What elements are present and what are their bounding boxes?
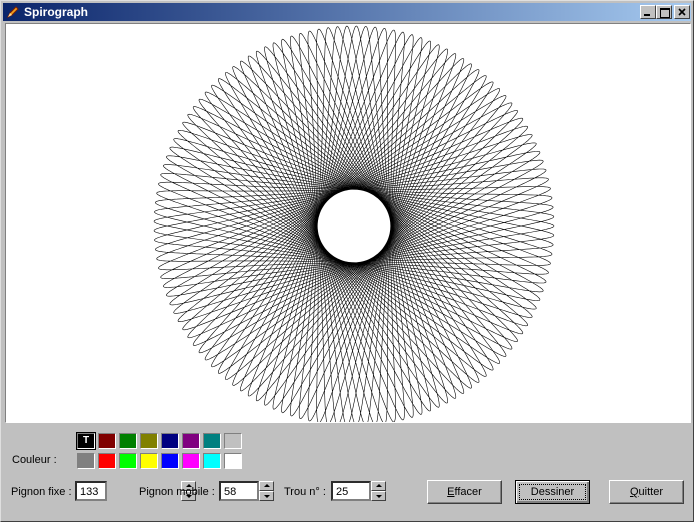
color-label: Couleur :: [12, 454, 57, 466]
color-swatch[interactable]: [224, 433, 242, 449]
spirograph-drawing: [153, 25, 555, 422]
pencil-icon: [6, 6, 19, 19]
maximize-button[interactable]: [656, 5, 672, 19]
dessiner-button[interactable]: Dessiner: [515, 480, 590, 504]
color-swatch[interactable]: [161, 433, 179, 449]
focus-rect: [519, 484, 586, 500]
quitter-accel: Q: [629, 486, 639, 498]
pignon-mobile-label: Pignon mobile :: [139, 486, 215, 498]
title-bar[interactable]: Spirograph: [3, 3, 691, 21]
color-swatch[interactable]: [119, 433, 137, 449]
color-swatch[interactable]: T: [76, 432, 96, 450]
trou-input[interactable]: 25: [331, 481, 371, 501]
color-swatch[interactable]: [224, 453, 242, 469]
selected-color-mark: T: [82, 435, 90, 446]
spirograph-window: Spirograph Couleur : T Pignon fixe : 133…: [0, 0, 694, 522]
arrow-down-icon: [376, 495, 382, 498]
pignon-mobile-up-button[interactable]: [259, 481, 274, 491]
color-swatch[interactable]: [182, 453, 200, 469]
minimize-button[interactable]: [640, 5, 656, 19]
window-title: Spirograph: [24, 5, 89, 19]
trou-label: Trou n° :: [284, 486, 326, 498]
close-icon: [678, 8, 686, 16]
color-swatch[interactable]: [140, 433, 158, 449]
trou-up-button[interactable]: [371, 481, 386, 491]
color-swatch[interactable]: [182, 433, 200, 449]
trou-down-button[interactable]: [371, 491, 386, 501]
pignon-mobile-down-button[interactable]: [259, 491, 274, 501]
color-swatch[interactable]: [98, 453, 116, 469]
arrow-up-icon: [264, 484, 270, 487]
effacer-accel: E: [447, 486, 455, 498]
effacer-button[interactable]: Effacer: [427, 480, 502, 504]
minimize-icon: [644, 14, 650, 16]
pignon-fixe-label: Pignon fixe :: [11, 486, 72, 498]
color-swatch[interactable]: [203, 433, 221, 449]
arrow-up-icon: [376, 484, 382, 487]
quitter-button[interactable]: Quitter: [609, 480, 684, 504]
drawing-canvas[interactable]: [5, 23, 691, 423]
close-button[interactable]: [674, 5, 690, 19]
effacer-label: ffacer: [454, 486, 482, 498]
arrow-down-icon: [264, 495, 270, 498]
spirograph-curve: [153, 25, 555, 422]
color-swatch[interactable]: [119, 453, 137, 469]
color-swatch[interactable]: [140, 453, 158, 469]
color-swatch[interactable]: [203, 453, 221, 469]
pignon-fixe-input[interactable]: 133: [75, 481, 107, 501]
color-swatch[interactable]: [161, 453, 179, 469]
quitter-label: uitter: [638, 486, 664, 498]
maximize-icon: [660, 8, 670, 18]
color-swatch[interactable]: [77, 453, 95, 469]
pignon-mobile-input[interactable]: 58: [219, 481, 259, 501]
color-swatch[interactable]: [98, 433, 116, 449]
